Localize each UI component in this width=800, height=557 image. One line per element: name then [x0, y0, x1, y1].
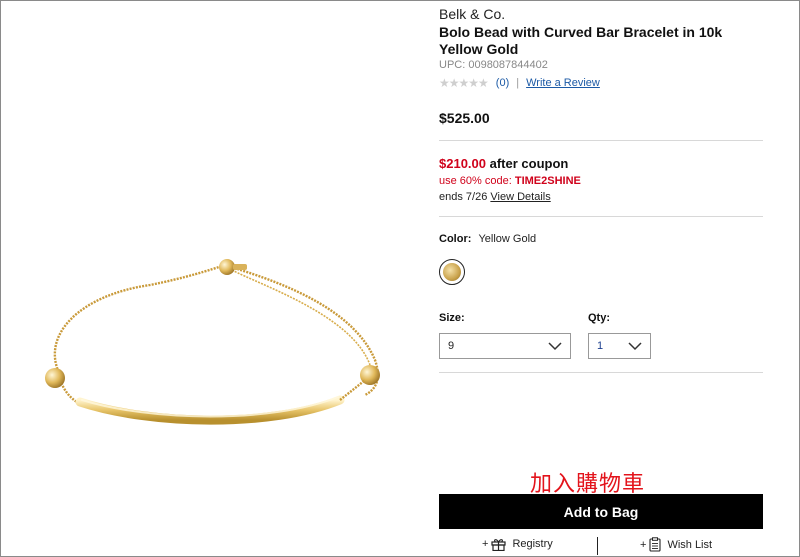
rating-separator: |	[516, 77, 520, 89]
coupon-price: $210.00	[439, 156, 486, 171]
wish-list-link[interactable]: + Wish List	[640, 537, 712, 552]
color-row: Color: Yellow Gold	[439, 233, 536, 245]
qty-label: Qty:	[588, 312, 610, 324]
coupon-code: TIME2SHINE	[514, 175, 581, 187]
registry-label: Registry	[512, 538, 553, 550]
size-label: Size:	[439, 312, 465, 324]
product-price: $525.00	[439, 110, 490, 126]
write-review-link[interactable]: Write a Review	[526, 77, 600, 89]
review-count-link[interactable]: (0)	[496, 77, 509, 89]
qty-value: 1	[597, 340, 604, 352]
color-label: Color:	[439, 233, 472, 245]
registry-link[interactable]: + Registry	[482, 537, 553, 551]
product-title: Bolo Bead with Curved Bar Bracelet in 10…	[439, 24, 723, 57]
qty-select[interactable]: 1	[588, 333, 651, 359]
clipboard-icon	[649, 537, 661, 552]
gift-icon	[491, 539, 507, 551]
divider	[439, 372, 763, 373]
add-to-bag-button[interactable]: Add to Bag	[439, 494, 763, 529]
view-details-link[interactable]: View Details	[490, 191, 550, 203]
size-value: 9	[448, 340, 455, 352]
wish-list-label: Wish List	[667, 538, 713, 551]
plus-label: +	[640, 538, 647, 551]
coupon-price-line: $210.00 after coupon	[439, 156, 568, 171]
product-brand[interactable]: Belk & Co.	[439, 6, 505, 22]
chevron-down-icon	[548, 342, 562, 351]
product-upc: UPC: 0098087844402	[439, 59, 548, 71]
coupon-code-prefix: use 60% code:	[439, 175, 512, 187]
divider	[597, 537, 598, 555]
coupon-ends-line: ends 7/26 View Details	[439, 191, 551, 203]
divider	[439, 140, 763, 141]
swatch-image	[443, 263, 461, 281]
plus-label: +	[482, 538, 489, 550]
coupon-ends: ends 7/26	[439, 191, 488, 203]
size-select[interactable]: 9	[439, 333, 571, 359]
color-swatch-yellow-gold[interactable]	[439, 259, 465, 285]
star-rating-icon: ★★★★★	[439, 76, 489, 90]
divider	[439, 216, 763, 217]
color-value: Yellow Gold	[478, 233, 537, 245]
coupon-code-line: use 60% code: TIME2SHINE	[439, 175, 581, 187]
product-image[interactable]	[20, 240, 420, 460]
chevron-down-icon	[628, 342, 642, 351]
coupon-after-label: after coupon	[489, 156, 569, 171]
rating-row: ★★★★★ (0) | Write a Review	[439, 76, 600, 90]
